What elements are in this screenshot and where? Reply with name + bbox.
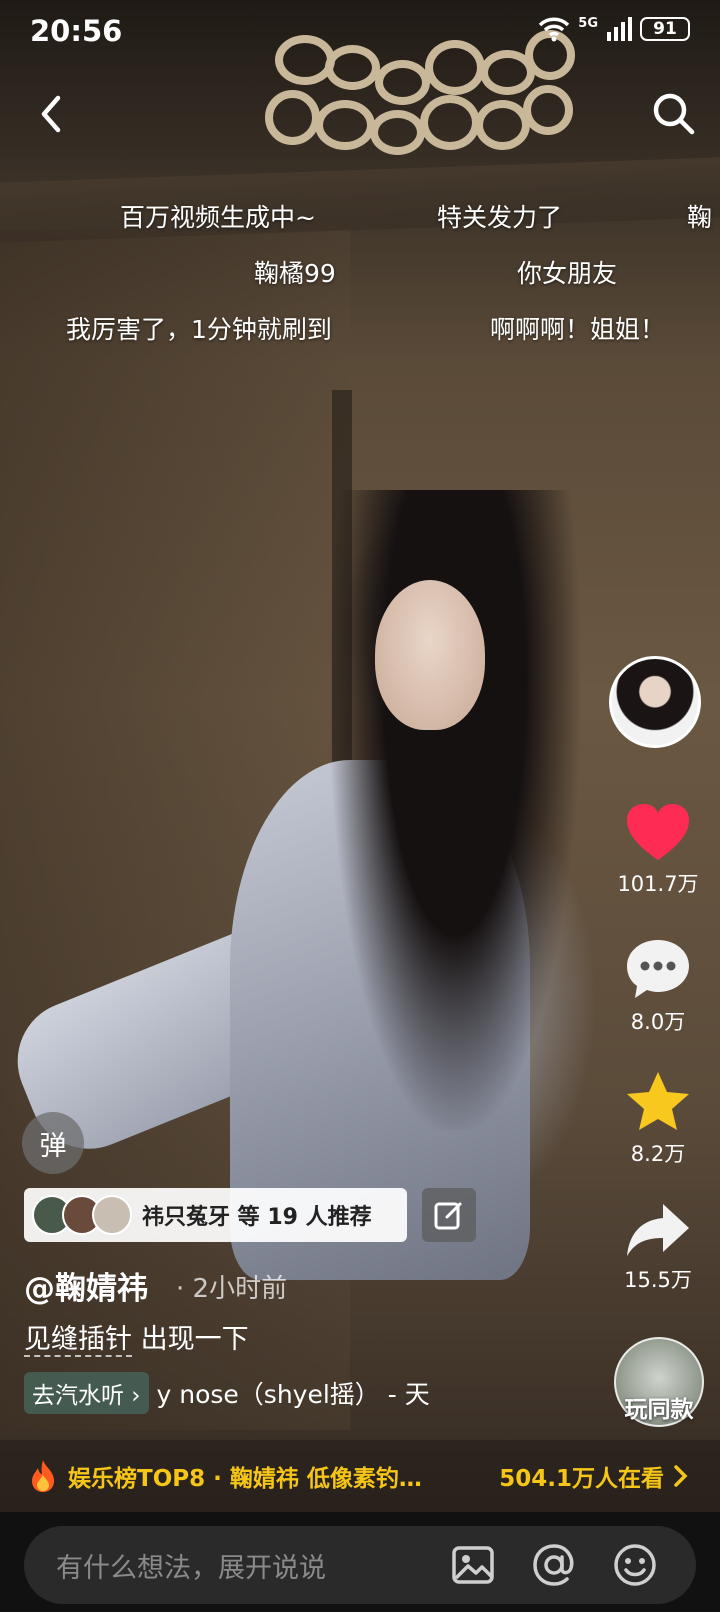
hot-viewers[interactable]: 504.1万人在看 (499, 1459, 692, 1493)
battery-indicator: 91 (640, 17, 690, 41)
fire-icon (32, 1460, 54, 1492)
video-caption: 见缝插针 出现一下 (24, 1317, 249, 1357)
edit-icon (434, 1202, 462, 1230)
recommender-avatars (32, 1195, 132, 1235)
comment-placeholder: 有什么想法，展开说说 (56, 1552, 326, 1584)
network-label: 5G (578, 16, 598, 31)
like-count: 101.7万 (617, 872, 699, 896)
image-icon[interactable] (450, 1542, 496, 1588)
danmaku-comment: 特关发力了 (437, 203, 563, 232)
heart-icon (627, 804, 689, 860)
author-avatar[interactable] (609, 656, 701, 748)
author-name[interactable]: @鞠婧祎 (24, 1263, 148, 1308)
like-button[interactable]: 101.7万 (608, 802, 708, 898)
viewer-count: 504.1万人在看 (499, 1466, 664, 1492)
recommend-bar[interactable]: 祎只菟牙 等 19 人推荐 (24, 1188, 407, 1242)
comment-bubble-icon (627, 940, 689, 998)
wifi-icon (539, 17, 570, 42)
emoji-icon[interactable] (612, 1542, 658, 1588)
caption-topic[interactable]: 见缝插针 (24, 1324, 132, 1357)
video-person-hair (330, 490, 580, 1130)
music-source-tag[interactable]: 去汽水听 › (24, 1372, 149, 1414)
comment-input[interactable]: 有什么想法，展开说说 (24, 1526, 696, 1604)
hot-ranking-bar[interactable]: 娱乐榜TOP8 · 鞠婧祎 低像素钓… 504.1万人在看 (0, 1440, 720, 1512)
comment-count: 8.0万 (630, 1010, 686, 1034)
share-count: 15.5万 (624, 1268, 692, 1292)
music-bar[interactable]: 去汽水听 › y nose（shyel摇） - 天 (24, 1372, 430, 1414)
danmaku-toggle-button[interactable]: 弹 (22, 1112, 84, 1174)
edit-button[interactable] (422, 1188, 476, 1242)
status-icons: 5G 91 (538, 16, 690, 42)
danmaku-comment: 鞠橘99 (254, 259, 336, 288)
back-arrow-icon[interactable] (30, 88, 74, 140)
signal-icon (607, 17, 632, 41)
share-button[interactable]: 15.5万 (608, 1202, 708, 1294)
chevron-right-icon (674, 1465, 688, 1487)
video-person-face (375, 580, 485, 730)
favorite-count: 8.2万 (630, 1142, 686, 1166)
danmaku-comment: 我厉害了，1分钟就刷到 (66, 315, 332, 344)
mention-icon[interactable] (531, 1542, 577, 1588)
status-bar: 20:56 5G 91 (0, 0, 720, 66)
comment-button[interactable]: 8.0万 (608, 938, 708, 1036)
danmaku-comment: 百万视频生成中~ (120, 203, 316, 232)
search-icon[interactable] (648, 88, 700, 140)
hot-ranking-text: 娱乐榜TOP8 · 鞠婧祎 低像素钓… (68, 1466, 422, 1492)
danmaku-comment: 鞠 (687, 203, 713, 232)
danmaku-comment: 啊啊啊！姐姐！ (490, 315, 666, 344)
avatar (92, 1195, 132, 1235)
play-same-label[interactable]: 玩同款 (604, 1390, 714, 1424)
caption-text: 出现一下 (132, 1324, 249, 1355)
status-time: 20:56 (30, 14, 123, 48)
video-screen[interactable]: 20:56 5G 91 百万视频生成中~ 特关发力了 鞠 鞠橘99 你女朋友 我… (0, 0, 720, 1612)
star-icon (627, 1072, 689, 1130)
favorite-button[interactable]: 8.2万 (608, 1070, 708, 1168)
post-time: · 2小时前 (176, 1274, 288, 1304)
share-arrow-icon (627, 1204, 689, 1256)
music-title: y nose（shyel摇） - 天 (156, 1380, 430, 1409)
recommend-text: 祎只菟牙 等 19 人推荐 (142, 1205, 372, 1230)
danmaku-comment: 你女朋友 (517, 259, 618, 288)
